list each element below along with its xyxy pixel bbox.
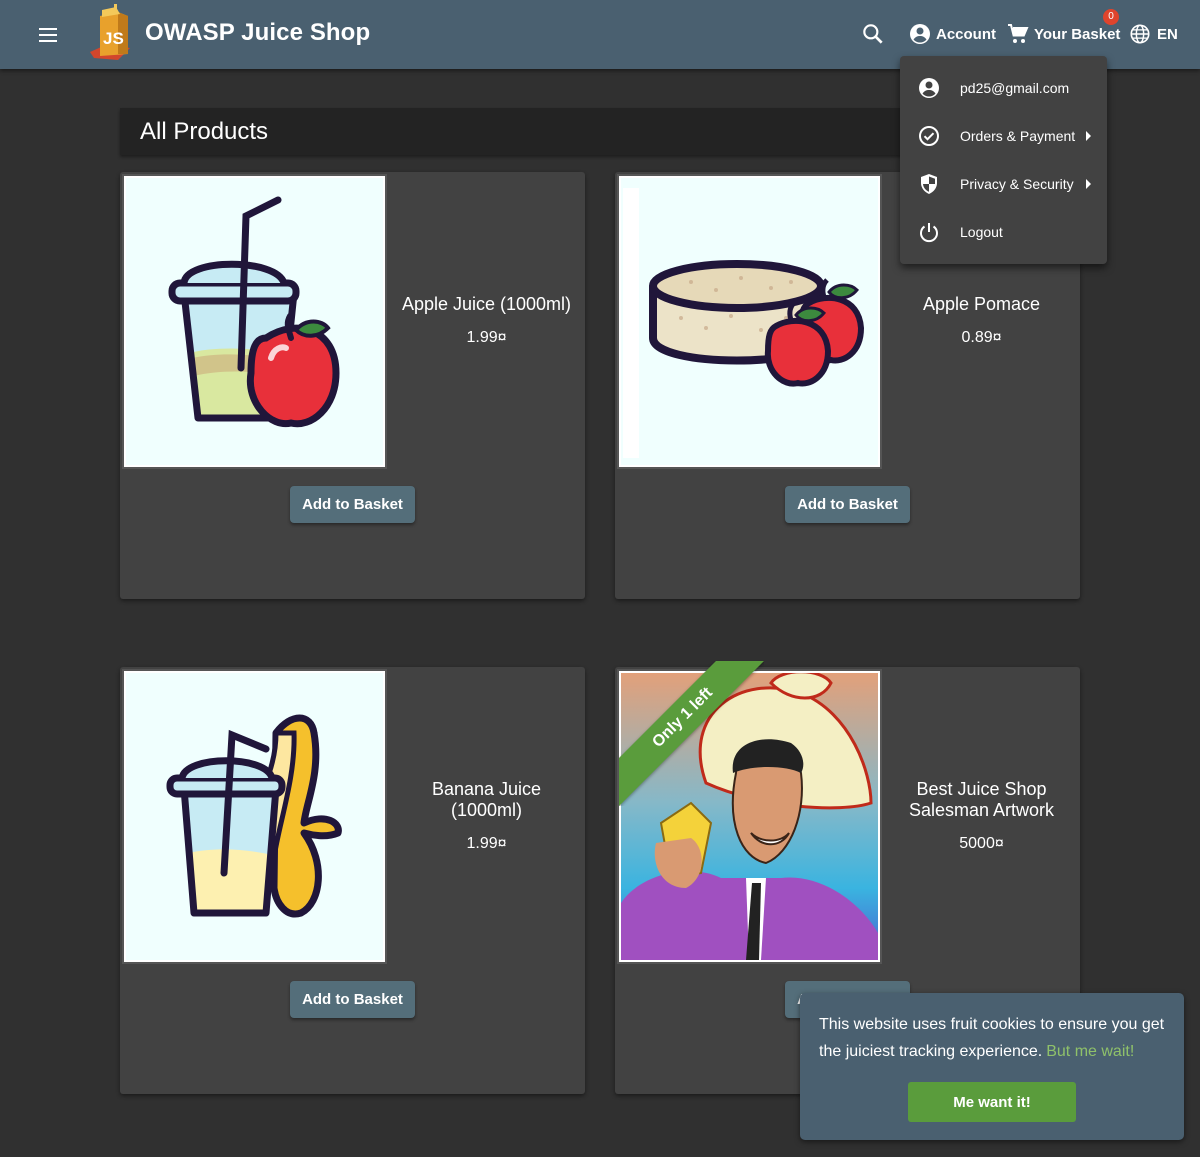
privacy-security-label: Privacy & Security [960,176,1074,192]
language-label: EN [1157,25,1178,43]
product-card[interactable]: Banana Juice (1000ml) 1.99¤ Add to Baske… [120,667,585,1094]
account-label: Account [936,25,996,43]
product-card[interactable]: Apple Juice (1000ml) 1.99¤ Add to Basket [120,172,585,599]
add-to-basket-button[interactable]: Add to Basket [290,981,415,1018]
shield-icon [921,174,937,194]
product-name: Apple Pomace [922,294,1041,314]
product-image[interactable] [122,669,387,964]
juice-shop-logo[interactable]: JS [88,4,138,60]
apple-juice-illustration [168,196,340,428]
product-info: Best Juice Shop Salesman Artwork 5000¤ [883,667,1080,964]
basket-button[interactable]: Your Basket [1006,20,1120,48]
account-menu-privacy-security[interactable]: Privacy & Security [900,160,1107,208]
account-circle-icon [910,24,930,44]
only-one-left-label: Only 1 left [619,661,764,806]
product-price: 1.99¤ [466,329,507,346]
product-image[interactable] [617,174,882,469]
product-name: Apple Juice (1000ml) [401,294,572,314]
svg-text:JS: JS [103,29,124,48]
product-image[interactable] [122,174,387,469]
cookie-message: This website uses fruit cookies to ensur… [819,1011,1171,1065]
logout-label: Logout [960,224,1003,240]
product-price: 5000¤ [959,834,1004,852]
account-email: pd25@gmail.com [960,80,1070,96]
page-title: All Products [140,118,269,145]
orders-payment-label: Orders & Payment [960,128,1076,144]
product-price: 0.89¤ [961,329,1002,346]
check-circle-icon [919,126,939,146]
product-name: Banana Juice (1000ml) [431,778,542,820]
submenu-arrow-icon [1086,179,1091,189]
product-info: Banana Juice (1000ml) 1.99¤ [388,667,585,964]
add-to-basket-button[interactable]: Add to Basket [785,486,910,523]
product-info: Apple Juice (1000ml) 1.99¤ [388,172,585,469]
account-menu-orders-payment[interactable]: Orders & Payment [900,112,1107,160]
product-price: 1.99¤ [466,834,507,852]
cookie-consent-banner: This website uses fruit cookies to ensur… [800,993,1184,1140]
stock-ribbon: Only 1 left [619,661,764,806]
add-to-basket-button[interactable]: Add to Basket [290,486,415,523]
cart-icon [1008,24,1029,43]
basket-label: Your Basket [1034,25,1121,43]
submenu-arrow-icon [1086,131,1091,141]
menu-icon[interactable] [30,17,66,53]
product-image[interactable]: Only 1 left [617,661,882,964]
globe-icon [1130,24,1150,44]
account-menu: pd25@gmail.com Orders & Payment Privacy … [900,56,1107,264]
cookie-accept-button[interactable]: Me want it! [908,1082,1076,1122]
account-menu-email[interactable]: pd25@gmail.com [900,64,1107,112]
banana-juice-illustration [166,714,342,918]
account-menu-logout[interactable]: Logout [900,208,1107,256]
power-icon [920,223,938,243]
app-title[interactable]: OWASP Juice Shop [145,19,370,47]
product-name: Best Juice Shop Salesman Artwork [908,778,1055,820]
basket-count-badge: 0 [1103,9,1119,25]
language-button[interactable]: EN [1129,20,1178,48]
search-icon[interactable] [860,20,888,48]
cookie-learn-more-link[interactable]: But me wait! [1046,1043,1134,1060]
account-circle-icon [919,78,939,98]
account-button[interactable]: Account [908,20,996,48]
apple-pomace-illustration [623,188,865,458]
